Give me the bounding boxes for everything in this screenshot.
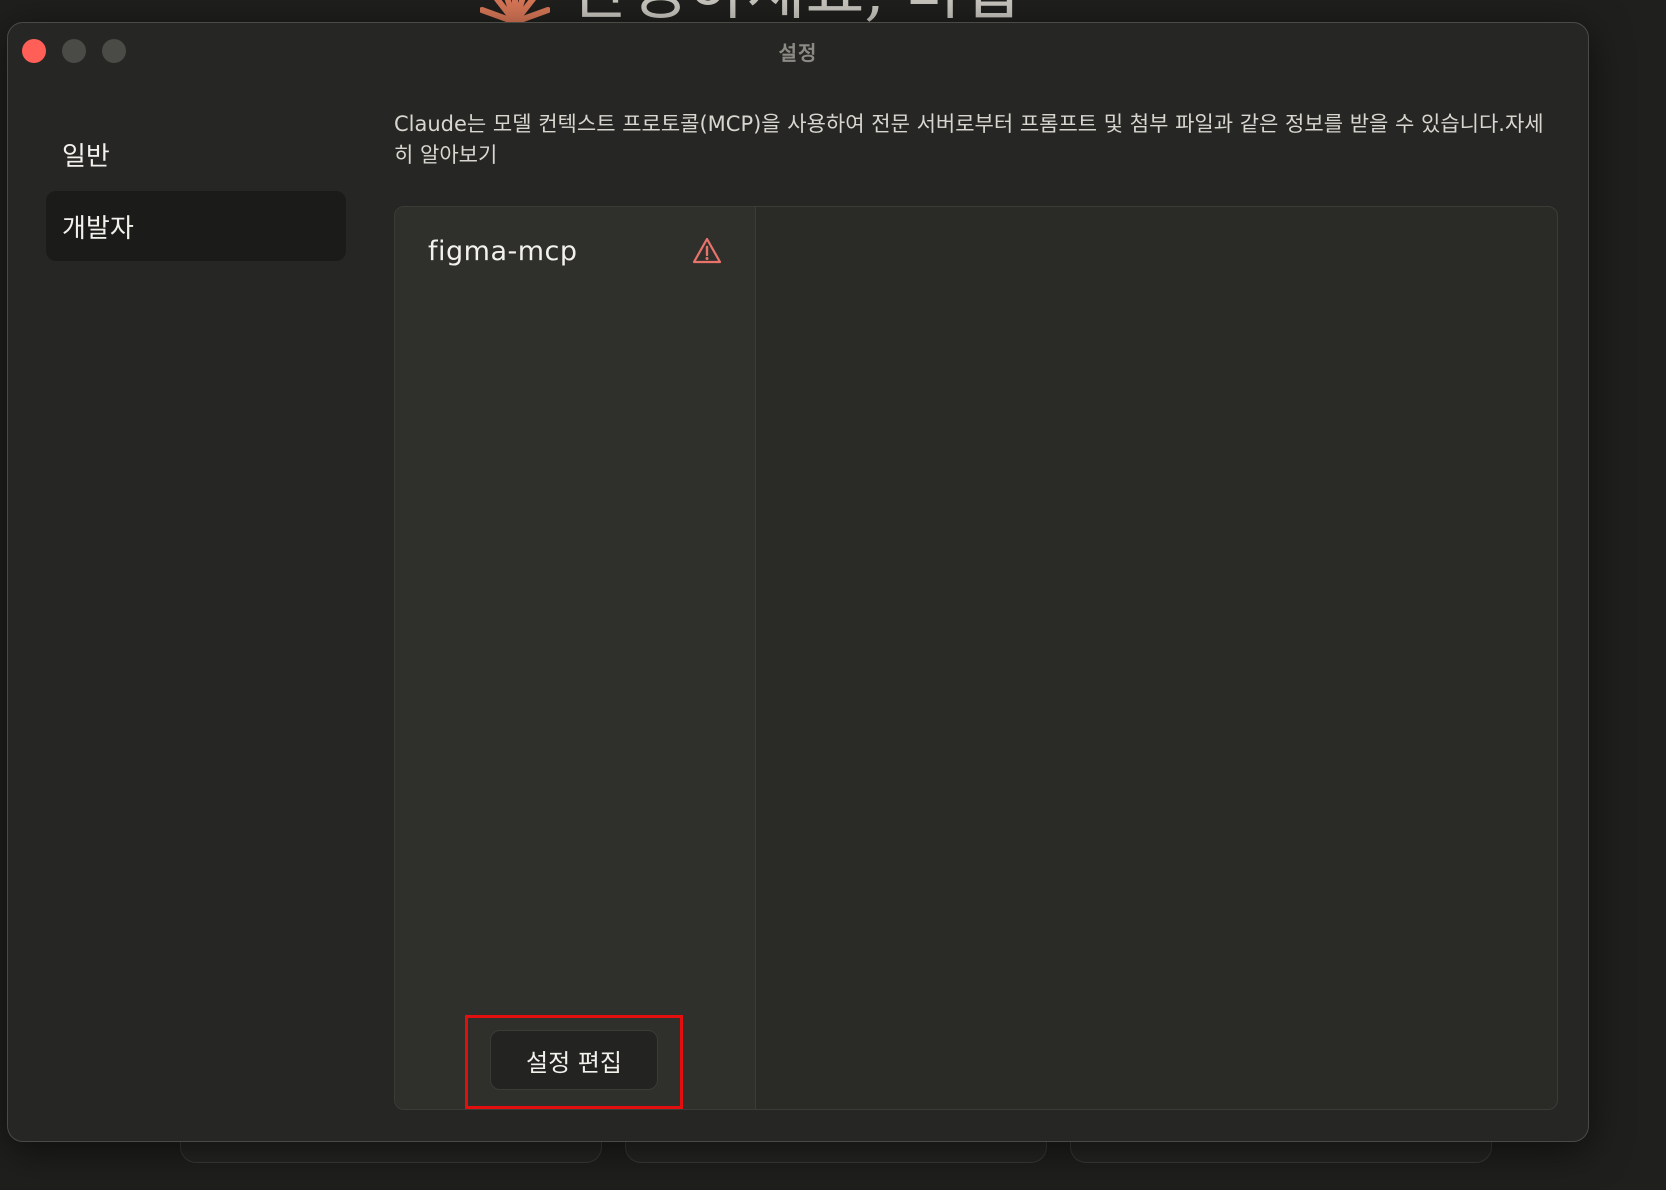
titlebar: 설정 [8,23,1588,75]
server-name: figma-mcp [428,235,578,267]
mcp-servers-panel: figma-mcp 설정 편집 [394,206,1558,1110]
sidebar-item-general[interactable]: 일반 [46,119,346,189]
sidebar-item-label: 개발자 [62,213,134,244]
highlight-annotation [465,1015,683,1109]
server-item-figma-mcp[interactable]: figma-mcp [395,221,755,281]
warning-icon [692,237,722,264]
sidebar-item-label: 일반 [62,141,110,172]
background-header: 안녕하세요, 바랍 [470,0,1190,24]
sidebar-item-developer[interactable]: 개발자 [46,191,346,261]
settings-sidebar: 일반 개발자 [46,119,346,263]
claude-spark-icon [480,0,550,22]
mcp-server-list: figma-mcp 설정 편집 [395,207,756,1109]
background-greeting: 안녕하세요, 바랍 [570,0,1023,24]
window-title: 설정 [778,41,818,65]
mcp-description: Claude는 모델 컨텍스트 프로토콜(MCP)을 사용하여 전문 서버로부터… [394,109,1560,171]
settings-window: 설정 일반 개발자 Claude는 모델 컨텍스트 프로토콜(MCP)을 사용하… [7,22,1589,1142]
mcp-description-text: Claude는 모델 컨텍스트 프로토콜(MCP)을 사용하여 전문 서버로부터… [394,112,1505,136]
server-detail-pane [756,207,1557,1109]
